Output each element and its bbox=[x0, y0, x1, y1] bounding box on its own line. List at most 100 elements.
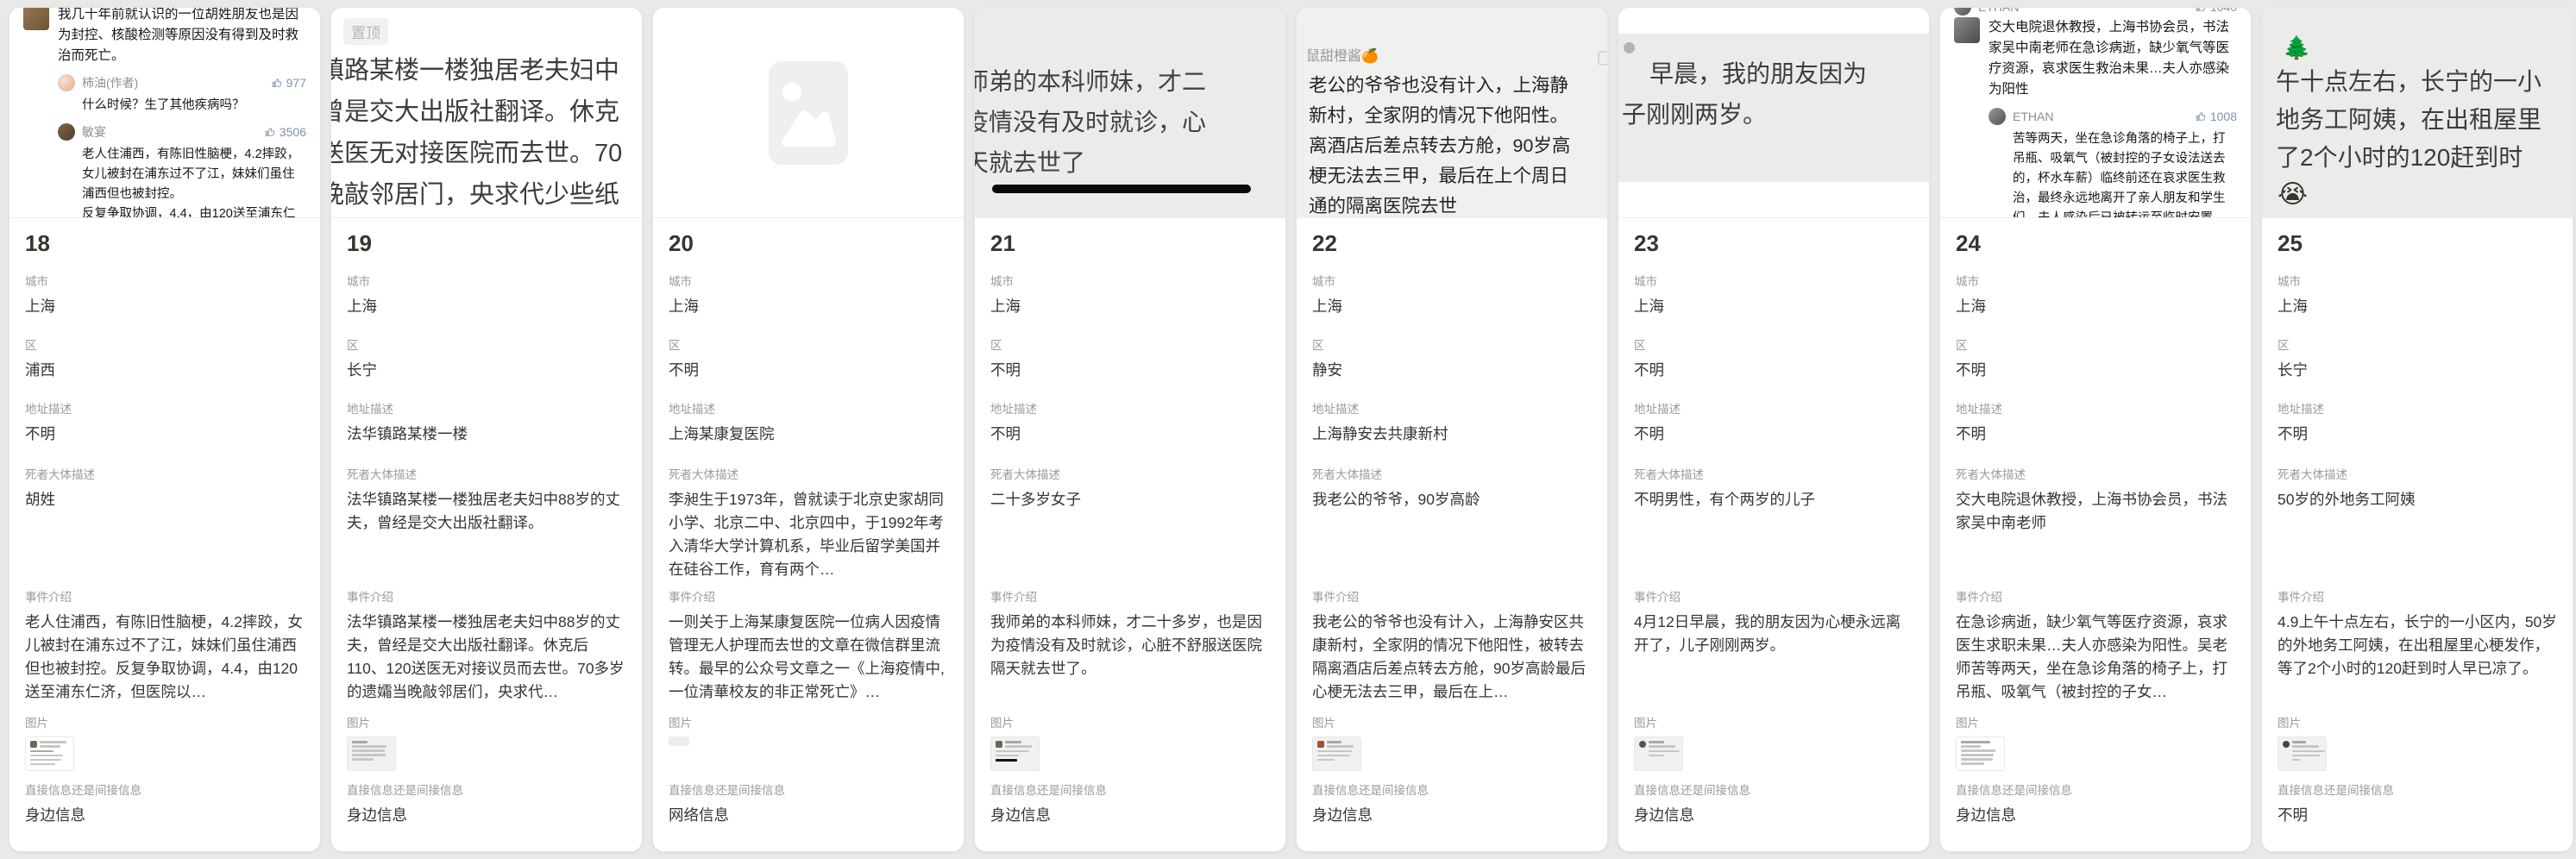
gallery-card-20[interactable]: 20 城市上海 区不明 地址描述上海某康复医院 死者大体描述李昶生于1973年，… bbox=[652, 7, 964, 852]
wechat-reply-text: 老人住浦西，有陈旧性脑梗，4.2摔跤，女儿被封在浦东过不了江，妹妹们虽住浦西但也… bbox=[82, 145, 306, 218]
thumbs-up-icon bbox=[1598, 51, 1607, 66]
field-label-address: 地址描述 bbox=[669, 399, 948, 417]
image-thumbnail[interactable] bbox=[2278, 737, 2327, 771]
field-value-address: 不明 bbox=[1956, 423, 2235, 446]
field-label-image: 图片 bbox=[990, 713, 1270, 730]
card-number: 18 bbox=[25, 230, 305, 272]
field-value-city: 上海 bbox=[669, 295, 948, 318]
cover-text-line: 晚敲邻居门，央求代少些纸 bbox=[331, 174, 642, 216]
field-label-direct: 直接信息还是间接信息 bbox=[2278, 781, 2557, 798]
field-label-district: 区 bbox=[1634, 335, 1913, 353]
thumbs-up-icon bbox=[2196, 8, 2207, 13]
field-label-image: 图片 bbox=[25, 713, 305, 730]
image-thumbnail[interactable] bbox=[990, 737, 1040, 771]
gallery-card-25[interactable]: 🌲 午十点左右，长宁的一小 地务工阿姨，在出租屋里 了2个小时的120赶到时 😭… bbox=[2261, 7, 2573, 852]
card-cover-placeholder bbox=[653, 8, 964, 218]
field-label-image: 图片 bbox=[1956, 713, 2235, 730]
field-value-district: 静安 bbox=[1312, 359, 1592, 382]
field-value-address: 不明 bbox=[25, 423, 305, 446]
field-label-city: 城市 bbox=[2278, 272, 2557, 289]
field-label-deceased: 死者大体描述 bbox=[2278, 465, 2557, 482]
field-value-address: 上海某康复医院 bbox=[669, 423, 948, 446]
field-value-district: 长宁 bbox=[347, 359, 626, 382]
like-count: 977 bbox=[272, 76, 306, 90]
cover-text-line: 4月10日晚记录。 bbox=[331, 216, 642, 218]
cover-text-line: 师弟的本科师妹，才二 bbox=[975, 61, 1285, 102]
field-label-address: 地址描述 bbox=[1956, 399, 2235, 417]
field-value-direct: 不明 bbox=[2278, 804, 2557, 827]
field-value-direct: 身边信息 bbox=[25, 804, 305, 827]
cover-text-line: 曾是交大出版社翻译。休克 bbox=[331, 91, 642, 133]
field-label-city: 城市 bbox=[990, 272, 1270, 289]
card-number: 20 bbox=[669, 230, 948, 272]
like-count: 1008 bbox=[2196, 110, 2237, 123]
field-label-deceased: 死者大体描述 bbox=[669, 465, 948, 482]
field-label-deceased: 死者大体描述 bbox=[1956, 465, 2235, 482]
field-label-district: 区 bbox=[990, 335, 1270, 353]
gallery-card-22[interactable]: 鼠甜橙酱🍊 老公的爷爷也没有计入，上海静 新村，全家阴的情况下他阳性。 离酒店后… bbox=[1296, 7, 1608, 852]
image-thumbnail[interactable] bbox=[25, 737, 74, 771]
field-label-direct: 直接信息还是间接信息 bbox=[669, 781, 948, 798]
redaction-bar bbox=[992, 185, 1251, 193]
like-count: 1040 bbox=[2196, 8, 2237, 14]
gallery-card-23[interactable]: 早晨，我的朋友因为 子刚刚两岁。 23 城市上海 区不明 地址描述不明 死者大体… bbox=[1618, 7, 1930, 852]
field-value-address: 上海静安去共康新村 bbox=[1312, 423, 1592, 446]
image-thumbnail[interactable] bbox=[669, 737, 689, 746]
field-value-deceased: 二十多岁女子 bbox=[990, 488, 1270, 511]
field-label-event: 事件介绍 bbox=[2278, 587, 2557, 605]
field-value-city: 上海 bbox=[2278, 295, 2557, 318]
card-cover-screenshot: 师弟的本科师妹，才二 疫情没有及时就诊，心 天就去世了 bbox=[975, 8, 1285, 218]
gallery-card-18[interactable]: 我几十年前就认识的一位胡姓朋友也是因为封控、核酸检测等原因没有得到及时救治而死亡… bbox=[9, 7, 321, 852]
thumbs-up-icon bbox=[272, 78, 283, 89]
field-value-deceased: 50岁的外地务工阿姨 bbox=[2278, 488, 2557, 511]
avatar bbox=[1954, 8, 1971, 16]
cover-text-line: 镇路某楼一楼独居老夫妇中 bbox=[331, 50, 642, 91]
field-value-event: 法华镇路某楼一楼独居老夫妇中88岁的丈夫，曾经是交大出版社翻译。休克后110、1… bbox=[347, 611, 626, 704]
field-label-image: 图片 bbox=[347, 713, 626, 730]
image-thumbnail[interactable] bbox=[347, 737, 396, 771]
field-value-deceased: 我老公的爷爷，90岁高龄 bbox=[1312, 488, 1592, 511]
field-value-event: 我老公的爷爷也没有计入，上海静安区共康新村，全家阴的情况下他阳性，被转去隔离酒店… bbox=[1312, 611, 1592, 704]
field-label-deceased: 死者大体描述 bbox=[1312, 465, 1592, 482]
field-label-direct: 直接信息还是间接信息 bbox=[1634, 781, 1913, 798]
image-thumbnail[interactable] bbox=[1312, 737, 1361, 771]
commenter-name: 柿油(作者) bbox=[82, 74, 265, 91]
field-value-deceased: 不明男性，有个两岁的儿子 bbox=[1634, 488, 1913, 511]
field-label-event: 事件介绍 bbox=[25, 587, 305, 605]
image-thumbnail[interactable] bbox=[1956, 737, 2005, 771]
field-label-image: 图片 bbox=[2278, 713, 2557, 730]
field-label-city: 城市 bbox=[1956, 272, 2235, 289]
cover-text-line: 老公的爷爷也没有计入，上海静 bbox=[1309, 71, 1607, 101]
field-value-deceased: 法华镇路某楼一楼独居老夫妇中88岁的丈夫，曾经是交大出版社翻译。 bbox=[347, 488, 626, 535]
card-number: 21 bbox=[990, 230, 1270, 272]
avatar bbox=[58, 123, 75, 141]
avatar bbox=[23, 8, 49, 30]
field-label-deceased: 死者大体描述 bbox=[1634, 465, 1913, 482]
field-value-district: 长宁 bbox=[2278, 359, 2557, 382]
cover-text-line: 天就去世了 bbox=[975, 142, 1285, 183]
cover-text-line: 午十点左右，长宁的一小 bbox=[2276, 63, 2573, 101]
card-number: 19 bbox=[347, 230, 626, 272]
cover-text-line: 送医无对接医院而去世。70 bbox=[331, 133, 642, 174]
field-value-district: 不明 bbox=[990, 359, 1270, 382]
tree-emoji: 🌲 bbox=[2283, 32, 2573, 63]
card-number: 25 bbox=[2278, 230, 2557, 272]
card-number: 23 bbox=[1634, 230, 1913, 272]
gallery-card-19[interactable]: 置顶 镇路某楼一楼独居老夫妇中 曾是交大出版社翻译。休克 送医无对接医院而去世。… bbox=[330, 7, 643, 852]
card-cover-screenshot: 早晨，我的朋友因为 子刚刚两岁。 bbox=[1618, 8, 1929, 218]
image-placeholder-icon bbox=[769, 61, 848, 165]
cover-text-line: 新村，全家阴的情况下他阳性。 bbox=[1309, 101, 1607, 131]
image-thumbnail[interactable] bbox=[1634, 737, 1683, 771]
field-label-deceased: 死者大体描述 bbox=[25, 465, 305, 482]
cover-text-line: 早晨，我的朋友因为 bbox=[1627, 53, 1929, 94]
avatar bbox=[58, 74, 75, 91]
field-value-district: 不明 bbox=[1956, 359, 2235, 382]
card-number: 24 bbox=[1956, 230, 2235, 272]
gallery-card-21[interactable]: 师弟的本科师妹，才二 疫情没有及时就诊，心 天就去世了 21 城市上海 区不明 … bbox=[974, 7, 1286, 852]
field-value-city: 上海 bbox=[25, 295, 305, 318]
field-label-city: 城市 bbox=[25, 272, 305, 289]
field-label-direct: 直接信息还是间接信息 bbox=[347, 781, 626, 798]
field-label-direct: 直接信息还是间接信息 bbox=[25, 781, 305, 798]
card-number: 22 bbox=[1312, 230, 1592, 272]
gallery-card-24[interactable]: ETHAN 1040 交大电院退休教授，上海书协会员，书法家吴中南老师在急诊病逝… bbox=[1939, 7, 2252, 852]
